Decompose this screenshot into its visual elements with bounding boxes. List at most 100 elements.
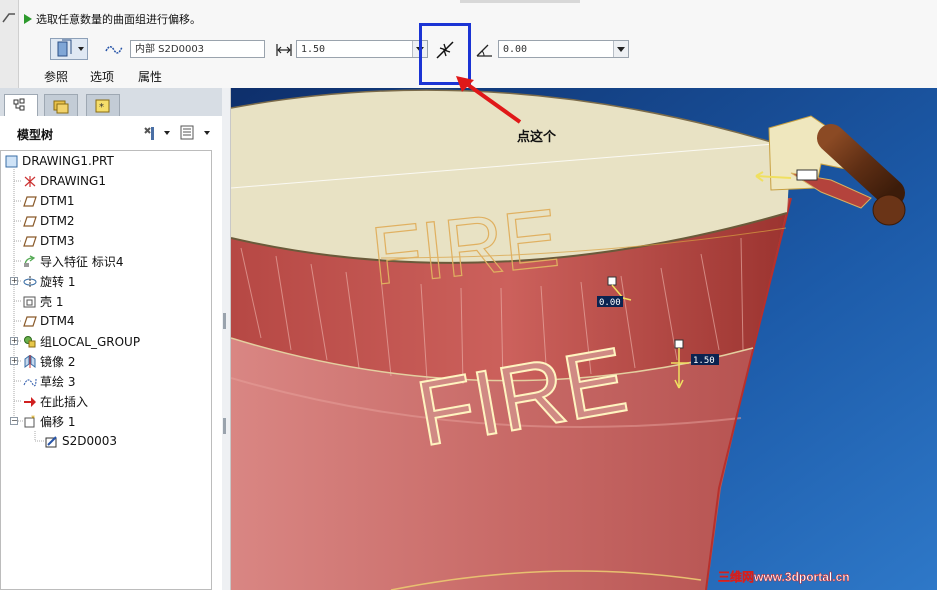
tree-item-dtm1[interactable]: DTM1	[23, 191, 75, 211]
tree-item-label: DTM1	[40, 194, 75, 208]
message-line: 选取任意数量的曲面组进行偏移。	[24, 11, 201, 27]
model-viewport: FIRE FIRE 0.00 1.50 三维网www.3dportal.cn	[231, 88, 937, 590]
tab-properties[interactable]: 属性	[138, 68, 162, 85]
favorites-icon: *	[95, 99, 110, 113]
tree-item-section[interactable]: S2D0003	[45, 431, 117, 451]
chevron-down-icon	[78, 47, 84, 51]
tree-item-shell[interactable]: 壳 1	[23, 291, 63, 311]
tree-item-label: S2D0003	[62, 434, 118, 448]
angle-dimension-value: 0.00	[599, 298, 621, 308]
tree-item-group[interactable]: 组LOCAL_GROUP	[23, 331, 140, 351]
tree-item-label: DTM3	[40, 234, 75, 248]
tree-item-label: 组LOCAL_GROUP	[40, 334, 141, 349]
tree-item-label: 偏移 1	[40, 414, 76, 429]
fire-top-outline: FIRE	[367, 192, 562, 302]
splitter-grip	[223, 418, 226, 434]
datum-plane-icon	[23, 315, 37, 328]
import-feature-icon	[23, 254, 37, 268]
tree-item-offset[interactable]: * 偏移 1	[23, 411, 75, 431]
collapse-toggle[interactable]: −	[10, 417, 18, 425]
splitter-grip	[223, 313, 226, 329]
dimension-handle[interactable]	[607, 276, 617, 286]
model-tree: DRAWING1.PRT DRAWING1 DTM1 DTM2 DTM3 导入特…	[0, 150, 212, 590]
shell-icon	[23, 295, 37, 308]
model-tree-tab-icon	[13, 98, 25, 111]
tab-references[interactable]: 参照	[44, 68, 68, 85]
group-icon	[23, 335, 37, 348]
handle-label	[796, 169, 818, 181]
tree-item-part[interactable]: DRAWING1.PRT	[5, 151, 114, 171]
chevron-down-icon	[204, 131, 210, 135]
sketch-curve-icon	[105, 46, 123, 54]
datum-plane-icon	[23, 215, 37, 228]
offset-icon: *	[23, 414, 37, 428]
tab-folder-browser[interactable]	[44, 94, 78, 116]
mirror-icon	[23, 354, 37, 368]
tree-item-dtm3[interactable]: DTM3	[23, 231, 75, 251]
angle-icon	[476, 44, 492, 57]
offset-dimension-value: 1.50	[693, 356, 715, 366]
datum-plane-icon	[23, 195, 37, 208]
navigator-tab-strip: *	[0, 88, 222, 116]
tree-item-dtm4[interactable]: DTM4	[23, 311, 75, 331]
tree-item-label: 在此插入	[40, 394, 89, 409]
reference-field[interactable]: 内部 S2D0003	[130, 40, 265, 58]
message-text: 选取任意数量的曲面组进行偏移。	[36, 13, 201, 26]
panel-splitter[interactable]	[222, 88, 231, 590]
tree-item-label: DTM2	[40, 214, 75, 228]
datum-plane-icon	[23, 235, 37, 248]
model-tree-title: 模型树	[17, 128, 54, 142]
expand-toggle[interactable]: +	[10, 277, 18, 285]
dashboard-left-strip	[0, 0, 19, 88]
revolve-icon	[23, 275, 37, 288]
offset-value-field[interactable]: 1.50	[296, 40, 428, 58]
csys-icon	[23, 175, 37, 188]
offset-drag-handle[interactable]	[674, 339, 684, 349]
tab-options[interactable]: 选项	[90, 68, 114, 85]
tab-model-tree[interactable]	[4, 94, 38, 116]
tree-item-sketch[interactable]: 草绘 3	[23, 371, 75, 391]
top-edge-line	[460, 0, 580, 3]
list-icon	[180, 125, 194, 140]
dashboard-feature-icon	[2, 13, 15, 23]
tab-favorites[interactable]: *	[86, 94, 120, 116]
watermark: 三维网www.3dportal.cn	[718, 569, 850, 584]
tree-item-label: 导入特征 标识4	[40, 254, 124, 269]
graphics-window[interactable]: FIRE FIRE 0.00 1.50 三维网www.3dportal.cn	[231, 88, 937, 590]
tree-item-label: DRAWING1	[40, 174, 106, 188]
tree-item-label: DTM4	[40, 314, 75, 328]
tree-settings-button[interactable]	[142, 124, 172, 142]
tree-item-label: 壳 1	[40, 294, 64, 309]
offset-value-text: 1.50	[301, 44, 326, 55]
offset-distance-icon	[276, 44, 292, 56]
callout-text: 点这个	[517, 130, 557, 145]
insert-here-arrow-icon	[23, 395, 37, 408]
tools-icon	[144, 127, 154, 140]
angle-value-field[interactable]: 0.00	[498, 40, 629, 58]
navigator-panel: * 模型树 DRAWING1.PRT DRAWING1 DTM1 DTM2 DT…	[0, 88, 223, 590]
tree-item-label: DRAWING1.PRT	[22, 154, 114, 168]
tree-item-revolve[interactable]: 旋转 1	[23, 271, 75, 291]
message-arrow-icon	[24, 14, 32, 24]
tree-item-label: 旋转 1	[40, 274, 76, 289]
expand-toggle[interactable]: +	[10, 337, 18, 345]
chevron-down-icon	[164, 131, 170, 135]
angle-value-dropdown[interactable]	[613, 41, 628, 57]
tree-item-label: 镜像 2	[40, 354, 76, 369]
sketch-icon	[23, 375, 37, 388]
svg-text:*: *	[31, 415, 35, 423]
tree-item-dtm2[interactable]: DTM2	[23, 211, 75, 231]
svg-text:*: *	[99, 102, 104, 113]
tree-item-label: 草绘 3	[40, 374, 76, 389]
tree-item-mirror[interactable]: 镜像 2	[23, 351, 75, 371]
part-icon	[5, 155, 19, 168]
folder-icon	[53, 100, 69, 114]
offset-type-button[interactable]	[50, 38, 88, 60]
sketch-section-icon	[45, 435, 59, 448]
tree-item-import-feature[interactable]: 导入特征 标识4	[23, 251, 123, 271]
tree-item-csys[interactable]: DRAWING1	[23, 171, 106, 191]
tree-item-insert-here[interactable]: 在此插入	[23, 391, 88, 411]
angle-value-text: 0.00	[503, 44, 528, 55]
expand-toggle[interactable]: +	[10, 357, 18, 365]
tree-show-button[interactable]	[180, 124, 212, 142]
